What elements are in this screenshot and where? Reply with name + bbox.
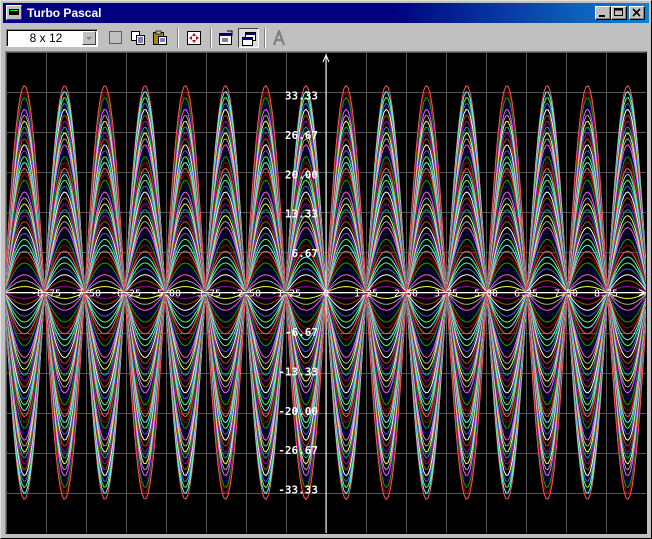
- mark-button[interactable]: [106, 28, 127, 48]
- y-tick-label: 6.67: [292, 247, 319, 260]
- paste-icon: [153, 30, 167, 45]
- window-stack-icon: [242, 32, 256, 46]
- x-tick-label: -2.50: [231, 289, 261, 300]
- x-tick-label: 1.25: [354, 289, 378, 300]
- chevron-down-icon: [86, 37, 92, 40]
- close-button[interactable]: [629, 6, 645, 20]
- minimize-button[interactable]: [595, 6, 611, 20]
- graphics-canvas[interactable]: 33.33 26.67 20.00 13.33 6.67 -6.67 -13.33 -20.0…: [5, 51, 647, 534]
- background-button[interactable]: [238, 28, 259, 48]
- y-tick-label: -13.33: [278, 365, 318, 378]
- dropdown-button[interactable]: [82, 31, 96, 45]
- toolbar-separator: [264, 28, 266, 48]
- font-a-icon: [272, 30, 286, 46]
- x-tick-label: 7.50: [554, 289, 578, 300]
- font-size-select[interactable]: 8 x 12: [6, 29, 98, 47]
- y-tick-label: 20.00: [285, 168, 318, 181]
- y-tick-label: -6.67: [285, 326, 318, 339]
- title-bar[interactable]: Turbo Pascal: [3, 3, 649, 23]
- x-tick-label: -7.50: [71, 289, 101, 300]
- x-tick-label: 0: [323, 289, 329, 300]
- fullscreen-button[interactable]: [184, 28, 205, 48]
- maximize-button[interactable]: [611, 6, 627, 20]
- y-tick-label: 33.33: [285, 89, 318, 102]
- properties-button[interactable]: [216, 28, 237, 48]
- y-tick-label: 26.67: [285, 129, 318, 142]
- x-tick-label: 2.50: [394, 289, 418, 300]
- x-tick-label: 8.75: [594, 289, 618, 300]
- fullscreen-arrows-icon: [187, 31, 201, 45]
- maximize-icon: [614, 8, 623, 16]
- toolbar-separator: [177, 28, 179, 48]
- x-tick-label: 6.25: [514, 289, 538, 300]
- x-tick-label: -1.25: [271, 289, 301, 300]
- font-button[interactable]: [269, 28, 290, 48]
- font-size-value: 8 x 12: [29, 31, 63, 45]
- copy-button[interactable]: [128, 28, 149, 48]
- y-tick-label: 13.33: [285, 208, 318, 221]
- close-icon: [632, 8, 641, 17]
- y-tick-label: -26.67: [278, 444, 318, 457]
- sine-plot: 33.33 26.67 20.00 13.33 6.67 -6.67 -13.33 -20.0…: [6, 52, 646, 533]
- paste-button[interactable]: [150, 28, 171, 48]
- minimize-icon: [599, 15, 605, 17]
- x-tick-label: 3.75: [434, 289, 458, 300]
- y-tick-label: -33.33: [278, 484, 318, 497]
- terminal-window: Turbo Pascal 8 x 12 33.33 26.67 20.00 13…: [0, 0, 652, 539]
- x-tick-label: -3.75: [191, 289, 221, 300]
- x-tick-label: -8.75: [31, 289, 61, 300]
- copy-icon: [131, 31, 145, 45]
- x-tick-label: 5.00: [474, 289, 498, 300]
- toolbar: 8 x 12: [3, 25, 649, 49]
- properties-icon: [219, 30, 233, 45]
- toolbar-separator: [210, 28, 212, 48]
- window-title: Turbo Pascal: [27, 6, 102, 20]
- dotted-rectangle-icon: [109, 31, 122, 44]
- app-icon[interactable]: [6, 5, 22, 20]
- y-tick-label: -20.00: [278, 405, 318, 418]
- x-tick-label: -5.00: [151, 289, 181, 300]
- x-tick-label: -6.25: [111, 289, 141, 300]
